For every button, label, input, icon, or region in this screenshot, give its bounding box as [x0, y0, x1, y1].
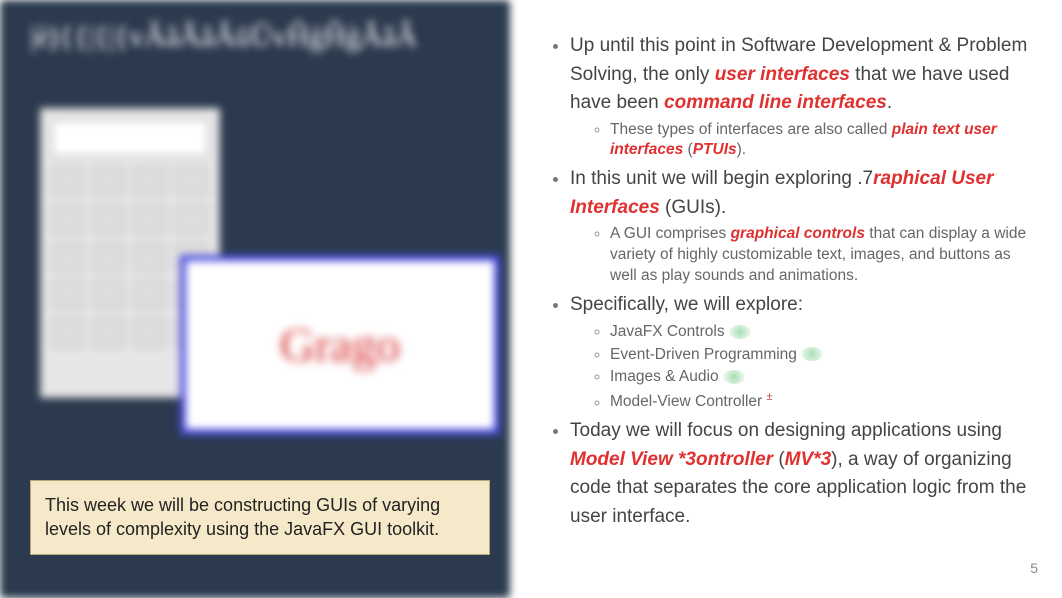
em-cli: command line interfaces	[664, 92, 887, 113]
window-mock: Grago	[180, 255, 500, 435]
text: .	[887, 92, 892, 113]
sub-bullet: JavaFX Controls	[610, 322, 1032, 343]
sub-list: A GUI comprises graphical controls that …	[570, 224, 1032, 287]
text: ).	[737, 141, 746, 158]
em-ptui: PTUIs	[693, 141, 737, 158]
bullet-list: Up until this point in Software Developm…	[530, 32, 1032, 531]
sub-bullet: These types of interfaces are also calle…	[610, 120, 1032, 162]
sub-list: These types of interfaces are also calle…	[570, 120, 1032, 162]
sub-bullet: Model-View Controller ±	[610, 390, 1032, 413]
text: (GUIs).	[660, 197, 727, 218]
text: In this unit we will begin exploring .7	[570, 168, 873, 189]
em-graphical-controls: graphical controls	[731, 225, 865, 242]
text: A GUI comprises	[610, 225, 731, 242]
bullet-4: Today we will focus on designing applica…	[570, 417, 1032, 531]
text: (	[773, 449, 785, 470]
sub-list: JavaFX Controls Event-Driven Programming…	[570, 322, 1032, 414]
bullet-3: Specifically, we will explore: JavaFX Co…	[570, 291, 1032, 413]
em-user-interfaces: user interfaces	[715, 64, 850, 85]
em-mvc: MV*3	[785, 449, 831, 470]
window-mock-logo: Grago	[280, 318, 400, 373]
calculator-display	[52, 120, 208, 156]
text: Model-View Controller	[610, 394, 762, 411]
caption-box: This week we will be constructing GUIs o…	[30, 480, 490, 555]
slide: |è⦆{{|{|{vĂăĂăĂūŪvĤģĤģĂăÂ Grago This wee…	[0, 0, 1062, 598]
em-mvc-long: Model View *3ontroller	[570, 449, 773, 470]
page-number: 5	[1030, 560, 1038, 576]
text: Event-Driven Programming	[610, 346, 797, 363]
slide-title: |è⦆{{|{|{vĂăĂăĂūŪvĤģĤģĂăÂ	[30, 20, 490, 54]
bullet-2: In this unit we will begin exploring .7r…	[570, 165, 1032, 287]
text: These types of interfaces are also calle…	[610, 121, 892, 138]
bullet-1: Up until this point in Software Developm…	[570, 32, 1032, 161]
right-panel: Up until this point in Software Developm…	[510, 0, 1062, 598]
text: Specifically, we will explore:	[570, 294, 803, 315]
text: Today we will focus on designing applica…	[570, 420, 1002, 441]
sub-bullet: A GUI comprises graphical controls that …	[610, 224, 1032, 287]
sub-bullet: Event-Driven Programming	[610, 345, 1032, 366]
highlight-icon	[801, 347, 823, 361]
text: (	[683, 141, 692, 158]
text: Images & Audio	[610, 368, 719, 385]
left-column-wrap: |è⦆{{|{|{vĂăĂăĂūŪvĤģĤģĂăÂ Grago This wee…	[0, 0, 510, 598]
plus-minus-icon: ±	[767, 391, 773, 403]
text: JavaFX Controls	[610, 323, 725, 340]
sub-bullet: Images & Audio	[610, 367, 1032, 388]
highlight-icon	[723, 370, 745, 384]
highlight-icon	[729, 325, 751, 339]
